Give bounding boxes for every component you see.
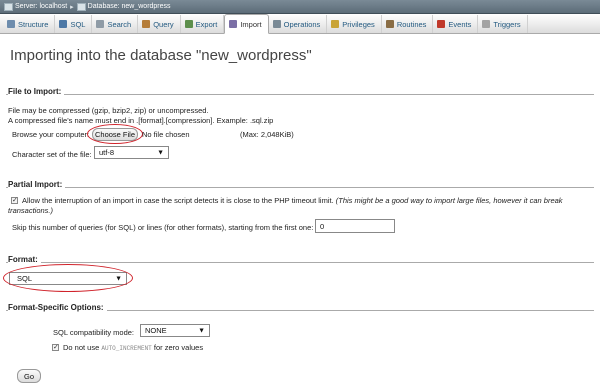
format-select[interactable]: SQL ▼ (9, 272, 127, 285)
browse-label: Browse your computer: (12, 130, 90, 139)
no-file-chosen-text: No file chosen (142, 130, 190, 139)
tab-label: Export (195, 19, 218, 29)
page-title: Importing into the database "new_wordpre… (10, 47, 312, 64)
tab-export[interactable]: Export (181, 15, 225, 33)
allow-interrupt-note-cont: transactions.) (8, 206, 54, 215)
chevron-down-icon: ▼ (157, 149, 164, 156)
breadcrumb-separator-icon: ▸ (70, 3, 74, 11)
tab-label: Events (448, 19, 472, 29)
charset-label: Character set of the file: (12, 150, 92, 159)
operations-icon (272, 20, 281, 28)
breadcrumb-database[interactable]: Database: new_wordpress (88, 3, 171, 10)
routines-icon (385, 20, 394, 28)
partial-import-legend: Partial Import: (8, 180, 66, 189)
breadcrumb: Server: localhost ▸ Database: new_wordpr… (0, 0, 600, 14)
database-icon (76, 2, 86, 11)
file-to-import-legend: File to Import: (8, 87, 65, 96)
query-icon (142, 20, 151, 28)
format-options-legend: Format-Specific Options: (8, 303, 107, 312)
import-icon (229, 20, 238, 28)
tab-import[interactable]: Import (224, 14, 269, 34)
search-icon (96, 20, 105, 28)
tab-label: Search (107, 19, 132, 29)
allow-interrupt-line: Allow the interruption of an import in c… (22, 196, 563, 205)
structure-icon (7, 20, 15, 28)
no-auto-value-checkbox[interactable]: ✓ (52, 344, 59, 351)
tab-label: SQL (70, 19, 86, 29)
tab-operations[interactable]: Operations (269, 15, 328, 33)
no-auto-value-pre: Do not use (63, 343, 100, 352)
chevron-down-icon: ▼ (198, 327, 205, 334)
chevron-down-icon: ▼ (115, 275, 122, 282)
max-size-text: (Max: 2,048KiB) (240, 130, 294, 139)
charset-select[interactable]: utf-8 ▼ (94, 146, 169, 159)
tab-label: Triggers (493, 19, 521, 29)
skip-queries-input[interactable]: 0 (315, 219, 395, 233)
tab-triggers[interactable]: Triggers (478, 15, 528, 33)
tab-label: Query (153, 19, 174, 29)
export-icon (184, 20, 193, 28)
sql-icon (59, 20, 68, 28)
no-auto-value-post: for zero values (153, 343, 204, 352)
tab-query[interactable]: Query (138, 15, 181, 33)
auto-increment-code: AUTO_INCREMENT (101, 345, 152, 352)
compat-mode-select[interactable]: NONE ▼ (140, 324, 210, 337)
server-icon (4, 2, 13, 11)
tab-label: Import (240, 19, 262, 29)
tab-label: Routines (396, 19, 427, 29)
events-icon (437, 20, 446, 28)
compression-note: File may be compressed (gzip, bzip2, zip… (8, 106, 209, 115)
tab-bar: Structure SQL Search Query Export Import Opera… (0, 14, 600, 34)
tab-label: Structure (18, 19, 49, 29)
tab-events[interactable]: Events (433, 15, 479, 33)
tab-label: Operations (283, 19, 321, 29)
allow-interrupt-note: (This might be a good way to import larg… (335, 196, 563, 205)
compression-example: A compressed file's name must end in .[f… (8, 116, 274, 125)
format-legend: Format: (8, 255, 41, 264)
compat-mode-value: NONE (145, 326, 167, 335)
triggers-icon (482, 20, 491, 28)
tab-structure[interactable]: Structure (3, 15, 56, 33)
breadcrumb-server[interactable]: Server: localhost (15, 3, 67, 10)
tab-routines[interactable]: Routines (382, 15, 434, 33)
choose-file-button[interactable]: Choose File (92, 128, 138, 141)
go-button[interactable]: Go (17, 369, 41, 383)
compat-mode-label: SQL compatibility mode: (53, 328, 135, 337)
allow-interrupt-label: Allow the interruption of an import in c… (22, 196, 334, 205)
tab-label: Privileges (342, 19, 375, 29)
allow-interrupt-checkbox[interactable]: ✓ (11, 197, 18, 204)
privileges-icon (331, 20, 340, 28)
tab-sql[interactable]: SQL (55, 15, 93, 33)
tab-search[interactable]: Search (92, 15, 139, 33)
no-auto-value-line: Do not use AUTO_INCREMENT for zero value… (63, 343, 203, 352)
charset-value: utf-8 (99, 148, 115, 157)
skip-label: Skip this number of queries (for SQL) or… (12, 223, 314, 232)
tab-privileges[interactable]: Privileges (327, 15, 382, 33)
format-value: SQL (17, 274, 33, 283)
